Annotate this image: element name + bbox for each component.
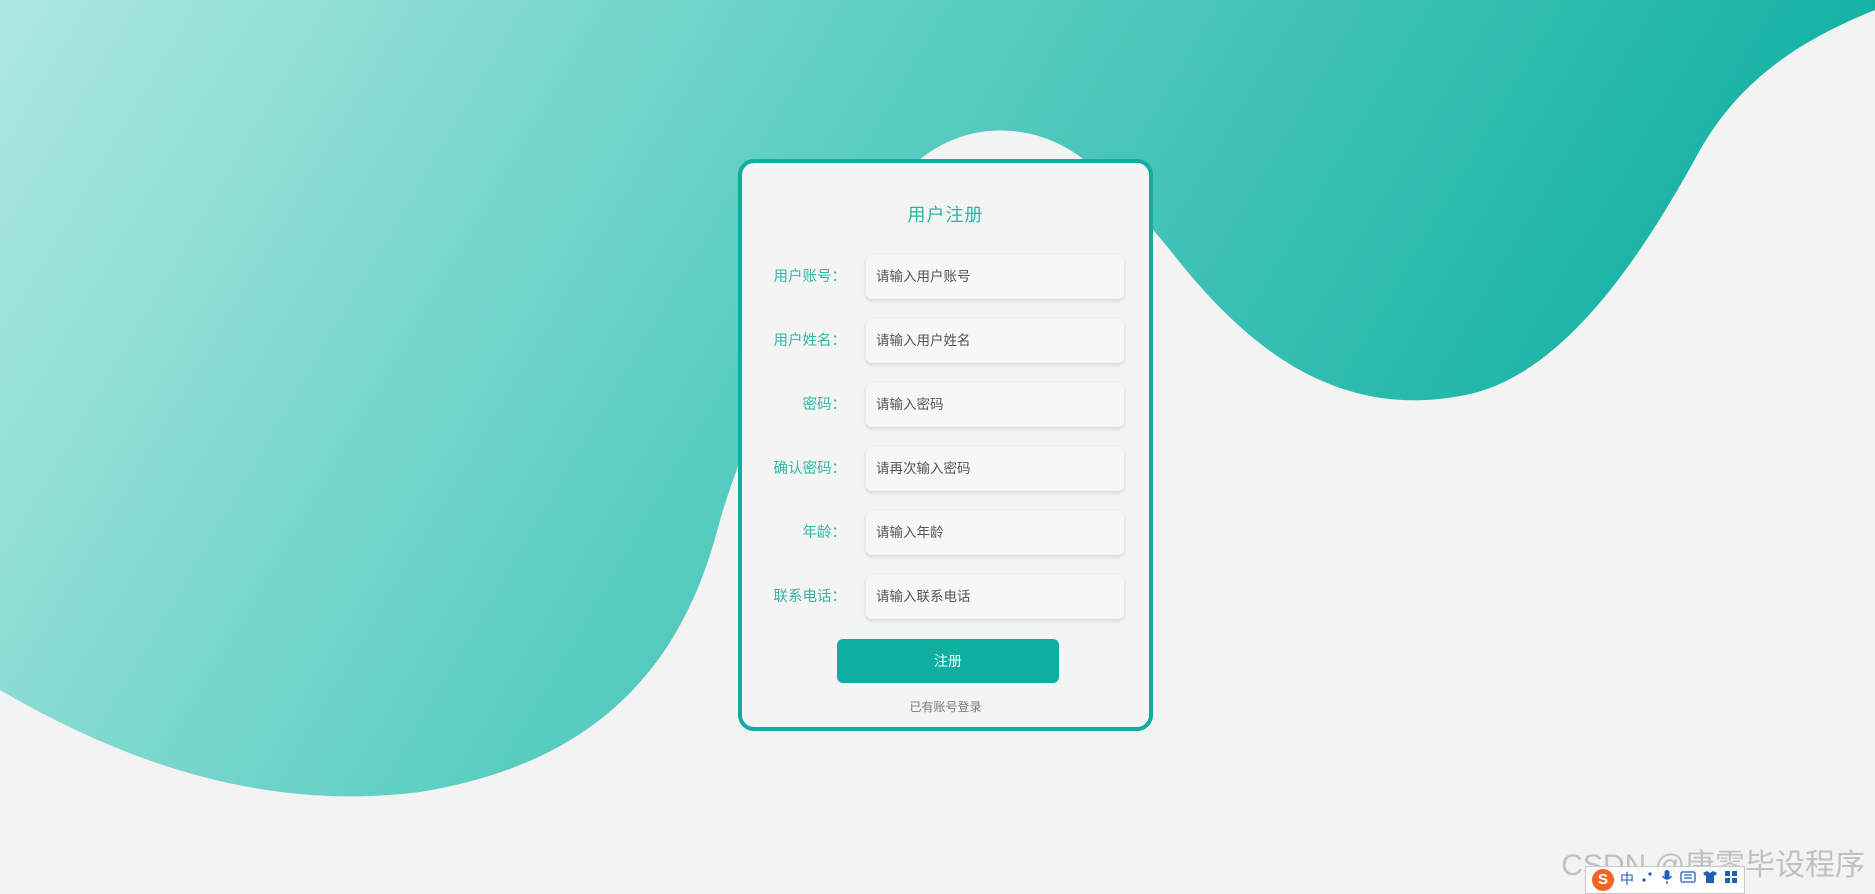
ime-logo-icon[interactable]: S (1592, 869, 1614, 891)
phone-input[interactable] (866, 575, 1124, 619)
form-row-age: 年龄： (742, 511, 1157, 555)
register-button[interactable]: 注册 (837, 639, 1059, 683)
login-link[interactable]: 已有账号登录 (742, 698, 1149, 715)
form-row-phone: 联系电话： (742, 575, 1157, 619)
age-label: 年龄： (802, 525, 847, 541)
keyboard-icon[interactable] (1680, 869, 1696, 891)
form-row-confirm-password: 确认密码： (742, 447, 1157, 491)
skin-icon[interactable] (1702, 869, 1718, 891)
account-input[interactable] (866, 255, 1124, 299)
form-row-password: 密码： (742, 383, 1157, 427)
form-row-account: 用户账号： (742, 255, 1157, 299)
microphone-icon[interactable] (1660, 869, 1674, 892)
punctuation-icon[interactable] (1640, 869, 1654, 891)
phone-label: 联系电话： (773, 589, 847, 605)
form-row-name: 用户姓名： (742, 319, 1157, 363)
password-label: 密码： (802, 397, 847, 413)
ime-mode-toggle[interactable]: 中 (1620, 869, 1634, 891)
toolbox-icon[interactable] (1724, 869, 1738, 891)
password-input[interactable] (866, 383, 1124, 427)
page-title: 用户注册 (907, 205, 984, 226)
ime-toolbar[interactable]: S 中 (1585, 866, 1745, 894)
register-card: 用户注册 用户账号： 用户姓名： 密码： 确认密码： 年龄： 联系电话： 注册 … (738, 159, 1153, 731)
confirm-password-label: 确认密码： (773, 461, 847, 477)
age-input[interactable] (866, 511, 1124, 555)
confirm-password-input[interactable] (866, 447, 1124, 491)
name-label: 用户姓名： (773, 333, 847, 349)
name-input[interactable] (866, 319, 1124, 363)
account-label: 用户账号： (773, 269, 847, 285)
